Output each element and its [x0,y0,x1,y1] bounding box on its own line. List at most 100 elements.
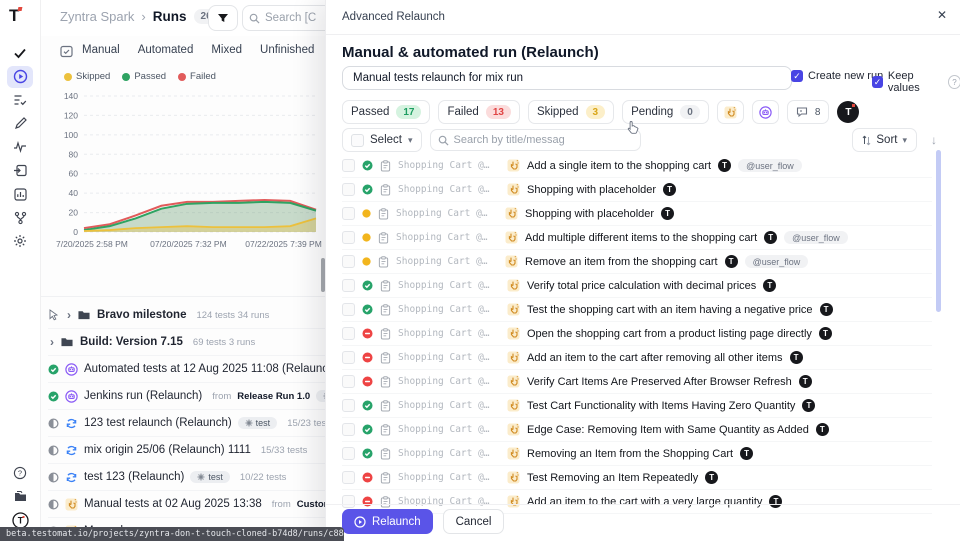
tree-row[interactable]: Jenkins run (Relaunch)fromRelease Run 1.… [48,383,330,410]
sidebar-item-report[interactable] [7,183,33,205]
tree-row-name: Automated tests at 12 Aug 2025 11:08 (Re… [84,363,330,375]
panel-scrollbar-thumb[interactable] [936,150,941,312]
manual-test-icon [507,471,520,484]
tree-row[interactable]: 123 test relaunch (Relaunch)test15/23 te… [48,410,330,437]
status-chip-skipped[interactable]: Skipped3 [528,100,614,124]
test-row-checkbox[interactable] [342,423,355,436]
test-row-checkbox[interactable] [342,327,355,340]
test-row-checkbox[interactable] [342,159,355,172]
projects-folder-icon [13,490,28,503]
sort-dropdown[interactable]: Sort ▾ [852,128,917,152]
clipboard-icon [378,232,389,244]
test-row[interactable]: Shopping Cart @…Add an item to the cart … [342,346,932,370]
sidebar-item-branch[interactable] [7,207,33,229]
chevron-right-icon[interactable]: › [50,335,54,349]
test-row[interactable]: Shopping Cart @…Shopping with placeholde… [342,202,932,226]
test-row[interactable]: Shopping Cart @…Add multiple different i… [342,226,932,250]
test-row-checkbox[interactable] [342,447,355,460]
panel-search-input[interactable]: Search by title/messag [430,129,641,151]
test-row-checkbox[interactable] [342,399,355,412]
sidebar-item-pencil[interactable] [7,113,33,135]
test-row[interactable]: Shopping Cart @…Shopping with placeholde… [342,178,932,202]
comment-icon [796,106,808,118]
tree-row[interactable]: ›Build: Version 7.1569 tests 3 runs [48,329,330,356]
tab-automated[interactable]: Automated [138,44,194,56]
legend-item-passed[interactable]: Passed [122,71,166,82]
panel-footer: Relaunch Cancel [342,509,504,534]
help-icon[interactable]: ? [948,75,960,89]
runs-board-icon[interactable] [60,45,73,58]
test-row-checkbox[interactable] [342,207,355,220]
manual-filter-chip[interactable] [717,100,744,124]
status-chip-label: Skipped [537,106,579,118]
clipboard-icon [380,280,391,292]
tree-row[interactable]: ›Bravo milestone124 tests 34 runs [48,302,330,329]
test-row[interactable]: Shopping Cart @…Edge Case: Removing Item… [342,418,932,442]
tab-manual[interactable]: Manual [82,44,120,56]
relaunch-button[interactable]: Relaunch [342,509,433,534]
chevron-right-icon[interactable]: › [67,308,71,322]
test-row[interactable]: Shopping Cart @…Open the shopping cart f… [342,322,932,346]
test-row-checkbox[interactable] [342,255,355,268]
sidebar-item-list-check[interactable] [7,89,33,111]
test-row-checkbox[interactable] [342,375,355,388]
status-failed-icon [362,472,373,483]
test-row[interactable]: Shopping Cart @…Verify total price calcu… [342,274,932,298]
sidebar-item-tasks-check[interactable] [7,42,33,64]
sidebar-item-settings-gear[interactable] [7,230,33,252]
test-row-checkbox[interactable] [342,495,355,508]
automated-run-icon [65,390,78,403]
app-logo-icon[interactable]: T [9,6,19,26]
tab-mixed[interactable]: Mixed [211,44,242,56]
status-progress-icon [48,418,59,429]
test-row[interactable]: Shopping Cart @…Test Cart Functionality … [342,394,932,418]
chevron-down-icon: ▾ [408,135,413,146]
test-suite-path: Shopping Cart @… [396,208,498,219]
test-row-checkbox[interactable] [342,303,355,316]
sidebar-item-help[interactable]: ? [7,462,33,484]
sidebar-item-projects-folder[interactable] [7,486,33,508]
test-row[interactable]: Shopping Cart @…Remove an item from the … [342,250,932,274]
test-row[interactable]: Shopping Cart @…Removing an Item from th… [342,442,932,466]
cancel-button[interactable]: Cancel [443,509,505,534]
filter-button[interactable] [208,5,238,31]
test-row[interactable]: Shopping Cart @…Test the shopping cart w… [342,298,932,322]
test-row-checkbox[interactable] [342,279,355,292]
tree-row[interactable]: test 123 (Relaunch)test10/22 tests [48,464,330,491]
assignee-avatar[interactable]: T [837,101,859,123]
collapse-arrow-button[interactable]: ↓ [923,133,945,147]
close-icon[interactable]: ✕ [937,8,947,22]
tab-unfinished[interactable]: Unfinished [260,44,314,56]
select-all-checkbox[interactable] [351,134,364,147]
sidebar-item-import[interactable] [7,160,33,182]
status-chip-failed[interactable]: Failed13 [438,100,519,124]
legend-item-failed[interactable]: Failed [178,71,216,82]
test-row-checkbox[interactable] [342,231,355,244]
test-row-checkbox[interactable] [342,471,355,484]
tree-row[interactable]: Manual tests at 02 Aug 2025 13:38fromCus… [48,491,330,518]
breadcrumb-project[interactable]: Zyntra Spark [60,9,134,24]
create-new-run-checkbox[interactable]: ✓ Create new run [791,70,883,82]
tree-row[interactable]: Automated tests at 12 Aug 2025 11:08 (Re… [48,356,330,383]
status-chip-passed[interactable]: Passed17 [342,100,430,124]
test-row[interactable]: Shopping Cart @…Add a single item to the… [342,154,932,178]
select-dropdown[interactable]: Select ▾ [342,128,422,152]
assignee-avatar: T [661,207,674,220]
test-row[interactable]: Shopping Cart @…Test Removing an Item Re… [342,466,932,490]
panel-title: Manual & automated run (Relaunch) [342,44,599,61]
keep-values-checkbox[interactable]: ✓ Keep values ? [872,70,960,94]
sidebar-item-runs-play[interactable] [7,66,33,88]
breadcrumb-page[interactable]: Runs [153,9,187,24]
tree-row[interactable]: mix origin 25/06 (Relaunch) 111115/33 te… [48,437,330,464]
status-skipped-icon [362,209,371,218]
sidebar-item-pulse[interactable] [7,136,33,158]
status-skipped-icon [362,233,371,242]
run-name-input[interactable] [342,66,792,90]
assignee-avatar: T [769,495,782,508]
legend-item-skipped[interactable]: Skipped [64,71,110,82]
test-row[interactable]: Shopping Cart @…Verify Cart Items Are Pr… [342,370,932,394]
test-row-checkbox[interactable] [342,351,355,364]
test-row-checkbox[interactable] [342,183,355,196]
automated-filter-chip[interactable] [752,100,779,124]
comments-filter-chip[interactable]: 8 [787,100,830,124]
